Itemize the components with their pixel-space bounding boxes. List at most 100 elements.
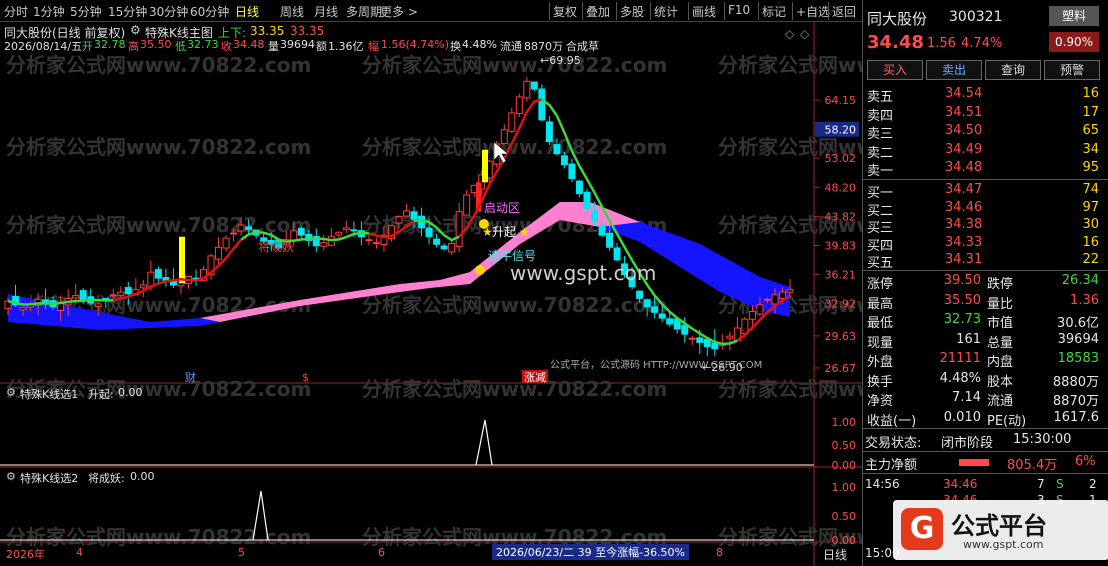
kline-chart[interactable]: 分析家公式网www.70822.com 分析家公式网www.70822.com 分析… (0, 22, 862, 566)
candle-body (79, 290, 87, 301)
sell-button[interactable]: 卖出 (926, 60, 982, 80)
candle-body (538, 88, 546, 121)
bid-row[interactable]: 买五 34.31 22 (863, 251, 1108, 271)
timeline-year: 2026年 (6, 548, 45, 561)
stat-label-2: 市值 (987, 316, 1014, 331)
bid-row[interactable]: 买四 34.33 16 (863, 234, 1108, 254)
period-tab-5[interactable]: 60分钟 (190, 3, 229, 20)
tick-side: S (1056, 477, 1064, 491)
tick-volume: 7 (1037, 477, 1045, 491)
stat-label: 换手 (867, 374, 894, 390)
buy-button[interactable]: 买入 (867, 60, 923, 80)
price-change: 1.56 (927, 36, 956, 51)
level-volume: 22 (1082, 252, 1099, 268)
alert-button[interactable]: 预警 (1044, 60, 1100, 80)
toolbar-button-8[interactable]: 返回 (832, 3, 856, 20)
sub1-name: 升起: (88, 388, 114, 401)
level-volume: 30 (1082, 217, 1099, 233)
low-label: 低 (175, 40, 186, 53)
bid-row[interactable]: 买二 34.46 97 (863, 199, 1108, 219)
stat-value-2: 8880万 (1052, 374, 1099, 390)
candle-body (372, 242, 380, 245)
sector-tag[interactable]: 塑料 (1049, 6, 1099, 26)
toolbar-button-2[interactable]: 多股 (620, 3, 644, 20)
candle-body (613, 247, 621, 261)
watermark-text: 分析家公式网www.70822.com (362, 377, 667, 401)
query-button[interactable]: 查询 (985, 60, 1041, 80)
toolbar-separator (616, 2, 617, 20)
stat-label-2: 跌停 (987, 277, 1014, 292)
tick-price: 34.46 (943, 477, 978, 491)
toolbar-button-3[interactable]: 统计 (654, 3, 678, 20)
candle-body (696, 337, 704, 343)
sub1-value: 0.00 (118, 386, 143, 399)
period-tab-10[interactable]: 更多 > (380, 3, 418, 20)
diamond-icon-2[interactable]: ◇ (800, 27, 809, 41)
site-watermark: www.gspt.com (510, 261, 656, 285)
stat-value-2: 1617.6 (1053, 409, 1100, 425)
level-volume: 95 (1082, 160, 1099, 176)
sub1-axis-label: 0.00 (832, 459, 857, 472)
sub1-label[interactable]: 特殊K线选1 (20, 386, 78, 402)
timeline-month-6: 6 (378, 546, 385, 559)
synthesis-label: 合成草 (566, 40, 599, 53)
stat-label-2: 总量 (987, 335, 1014, 351)
period-tab-7[interactable]: 周线 (280, 3, 304, 20)
ask-row[interactable]: 卖五 34.54 16 (863, 85, 1108, 105)
toolbar-button-4[interactable]: 画线 (692, 3, 716, 20)
watermark-text: 分析家公式网www.70822.com (6, 135, 311, 159)
bid-row[interactable]: 买三 34.38 30 (863, 216, 1108, 236)
candle-body (778, 291, 786, 299)
chart-area[interactable]: 分析家公式网www.70822.com 分析家公式网www.70822.com 分析… (0, 22, 862, 566)
toolbar-button-6[interactable]: 标记 (762, 3, 786, 20)
toolbar-button-0[interactable]: 复权 (553, 3, 577, 20)
candle-body (500, 129, 508, 145)
diamond-icon[interactable]: ◇ (785, 27, 794, 41)
ask-row[interactable]: 卖四 34.51 17 (863, 104, 1108, 124)
candle-body (688, 337, 696, 340)
cai-marker: 财 (185, 370, 196, 384)
candle-body (771, 294, 779, 305)
period-tab-6[interactable]: 日线 (235, 3, 259, 20)
ask-row[interactable]: 卖三 34.50 65 (863, 122, 1108, 142)
toolbar-separator (758, 2, 759, 20)
chevron-down-icon[interactable]: ⚙ (130, 23, 141, 37)
stat-label-2: PE(动) (987, 413, 1027, 429)
shengqi-label: 升起 (492, 225, 516, 239)
float-label: 流通 (500, 40, 522, 53)
ask-row[interactable]: 卖二 34.49 34 (863, 141, 1108, 161)
candle-body (530, 81, 538, 90)
period-label[interactable]: 日线 (823, 546, 847, 563)
candle-body (748, 310, 756, 320)
toolbar-button-7[interactable]: +自选 (796, 3, 830, 20)
period-tab-3[interactable]: 15分钟 (108, 3, 147, 20)
toolbar-button-5[interactable]: F10 (728, 3, 750, 17)
volume-value: 39694 (280, 38, 315, 51)
period-tab-9[interactable]: 多周期 (346, 3, 382, 20)
star-icon: ★ (519, 225, 530, 239)
sub2-label[interactable]: 特殊K线选2 (20, 470, 78, 486)
period-tab-4[interactable]: 30分钟 (149, 3, 188, 20)
level-volume: 16 (1082, 86, 1099, 101)
candle-body (215, 246, 223, 260)
period-tab-2[interactable]: 5分钟 (70, 3, 102, 20)
price-tick-label: 58.20 (825, 124, 857, 137)
level-price: 34.51 (945, 104, 983, 120)
candle-body (335, 231, 343, 236)
stat-label-2: 股本 (987, 374, 1014, 390)
period-tab-8[interactable]: 月线 (314, 3, 338, 20)
level-price: 34.54 (945, 86, 983, 101)
ask-row[interactable]: 卖一 34.48 95 (863, 159, 1108, 179)
ratio-badge: 0.90% (1049, 32, 1099, 52)
qidong-label: 启动区 (484, 201, 520, 215)
sub2-gear-icon[interactable]: ⚙ (6, 470, 16, 483)
bid-row[interactable]: 买一 34.47 74 (863, 181, 1108, 201)
sub1-gear-icon[interactable]: ⚙ (6, 386, 16, 399)
candle-body (651, 306, 659, 313)
candle-body (42, 299, 50, 303)
toolbar-button-1[interactable]: 叠加 (586, 3, 610, 20)
period-tab-1[interactable]: 1分钟 (33, 3, 65, 20)
level-volume: 74 (1082, 182, 1099, 197)
period-tab-0[interactable]: 分时 (4, 3, 28, 20)
level-volume: 65 (1082, 123, 1099, 139)
